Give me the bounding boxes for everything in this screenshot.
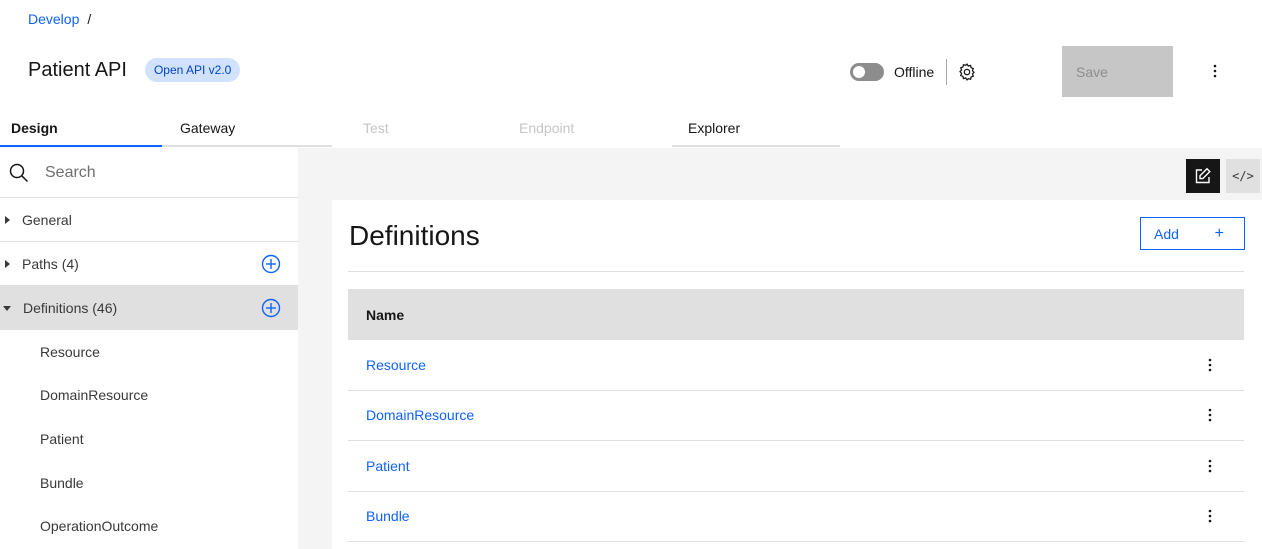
breadcrumb-develop-link[interactable]: Develop [28,11,79,27]
table-row: Bundle [348,492,1244,542]
gear-icon[interactable] [957,62,977,82]
title-row: Patient API Open API v2.0 [28,58,241,82]
search-box [0,148,298,198]
row-overflow-menu[interactable] [1200,456,1220,476]
add-definition-icon[interactable] [261,298,281,318]
row-overflow-menu[interactable] [1200,405,1220,425]
table-row: Patient [348,441,1244,492]
table-header: Name [348,289,1244,340]
definitions-panel: Definitions Add + Name Resource DomainRe… [332,200,1262,549]
caret-right-icon [5,259,10,268]
tab-gateway[interactable]: Gateway [162,110,332,147]
row-overflow-menu[interactable] [1200,355,1220,375]
sidebar-definition-item[interactable]: Bundle [0,461,298,505]
definition-link[interactable]: Resource [366,357,426,373]
table-row: Resource [348,340,1244,391]
row-overflow-menu[interactable] [1200,506,1220,526]
plus-icon: + [1214,224,1224,242]
tab-bar: Design Gateway Test Endpoint Explorer [0,110,840,147]
overflow-menu-vertical-icon [1208,408,1212,422]
header-controls: Offline [850,46,977,97]
overflow-menu-vertical-icon [1213,64,1217,78]
sidebar-definition-item[interactable]: DomainResource [0,374,298,418]
view-toggle: </> [1186,159,1260,193]
design-view-button[interactable] [1186,159,1220,193]
api-version-badge: Open API v2.0 [144,58,241,82]
sidebar-item-general[interactable]: General [0,198,298,242]
add-definition-button[interactable]: Add + [1140,217,1245,250]
caret-down-icon [3,305,11,311]
overflow-menu-vertical-icon [1208,459,1212,473]
sidebar-item-label: Paths (4) [22,255,79,272]
edit-icon [1195,167,1211,184]
tab-endpoint: Endpoint [519,120,575,136]
sidebar-item-paths[interactable]: Paths (4) [0,242,298,286]
definition-link[interactable]: DomainResource [366,407,474,423]
caret-right-icon [5,215,10,224]
tab-test: Test [363,120,389,136]
definition-link[interactable]: Bundle [366,508,410,524]
save-button[interactable]: Save [1062,46,1173,97]
sidebar: General Paths (4) Definitions (46) Resou… [0,148,298,549]
divider [946,58,948,85]
search-input[interactable] [45,163,275,182]
column-header-name: Name [366,306,405,323]
overflow-menu-vertical-icon [1208,358,1212,372]
code-icon: </> [1232,169,1254,183]
overflow-menu-button[interactable] [1205,61,1225,81]
tab-explorer[interactable]: Explorer [672,110,840,147]
definitions-table: Name Resource DomainResource Patient Bun… [348,289,1244,542]
divider [348,271,1244,272]
tab-design[interactable]: Design [0,110,162,147]
sidebar-item-label: General [22,211,72,228]
code-view-button[interactable]: </> [1226,159,1260,193]
search-icon [9,163,29,182]
sidebar-definition-item[interactable]: Resource [0,330,298,374]
sidebar-definition-item[interactable]: Patient [0,417,298,461]
sidebar-item-definitions[interactable]: Definitions (46) [0,286,298,330]
definition-link[interactable]: Patient [366,458,410,474]
online-toggle[interactable] [850,62,884,81]
add-button-label: Add [1154,225,1179,242]
breadcrumb-separator: / [87,11,92,27]
toggle-label: Offline [894,63,935,80]
section-title: Definitions [349,220,480,251]
sidebar-definition-item[interactable]: OperationOutcome [0,504,298,548]
add-path-icon[interactable] [261,254,281,274]
sidebar-item-label: Definitions (46) [23,300,118,316]
table-row: DomainResource [348,391,1244,441]
overflow-menu-vertical-icon [1208,509,1212,523]
breadcrumb: Develop / [28,11,91,27]
page-title: Patient API [28,58,127,81]
